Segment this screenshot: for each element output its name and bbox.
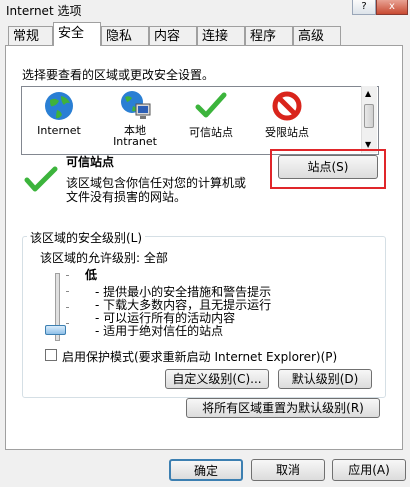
help-button[interactable]: ? — [352, 0, 376, 15]
tab-privacy[interactable]: 隐私 — [101, 26, 149, 45]
protected-mode-checkbox[interactable] — [45, 349, 57, 361]
globe-icon — [45, 92, 73, 120]
zone-local-label-2: Intranet — [113, 135, 157, 148]
zone-trusted-label: 可信站点 — [189, 126, 233, 139]
tab-connections[interactable]: 连接 — [197, 26, 245, 45]
close-button[interactable]: x — [376, 0, 408, 15]
allowed-level-text: 该区域的允许级别: 全部 — [40, 251, 168, 265]
slider-tick — [66, 275, 69, 276]
cancel-button[interactable]: 取消 — [251, 459, 325, 481]
zone-restricted-label: 受限站点 — [265, 126, 309, 139]
instruction-text: 选择要查看的区域或更改安全设置。 — [22, 68, 215, 82]
level-item-4: - 适用于绝对信任的站点 — [95, 324, 224, 338]
zone-trusted-sites[interactable]: 可信站点 — [176, 88, 246, 148]
zone-internet-label: Internet — [37, 124, 81, 137]
tab-general[interactable]: 常规 — [8, 26, 53, 45]
level-name: 低 — [85, 268, 98, 282]
local-intranet-icon — [121, 91, 151, 119]
slider-tick — [66, 307, 69, 308]
tab-security[interactable]: 安全 — [53, 22, 101, 46]
slider-tick — [66, 291, 69, 292]
restricted-icon — [272, 91, 302, 121]
zone-local-intranet[interactable]: 本地 Intranet — [100, 88, 170, 150]
selected-zone-desc-2: 文件没有损害的网站。 — [66, 190, 187, 204]
slider-tick — [66, 323, 69, 324]
zone-list-scrollbar[interactable]: ▲ ▼ — [361, 86, 377, 153]
apply-button[interactable]: 应用(A) — [332, 459, 406, 481]
selected-zone-title: 可信站点 — [66, 155, 115, 169]
window-title: Internet 选项 — [6, 4, 82, 18]
checkmark-icon — [195, 92, 227, 118]
security-level-legend: 该区域的安全级别(L) — [27, 229, 146, 246]
reset-all-zones-button[interactable]: 将所有区域重置为默认级别(R) — [186, 398, 380, 418]
slider-thumb[interactable] — [45, 325, 66, 335]
protected-mode-label: 启用保护模式(要求重新启动 Internet Explorer)(P) — [62, 350, 338, 364]
ok-button[interactable]: 确定 — [169, 459, 243, 481]
zone-restricted-sites[interactable]: 受限站点 — [252, 88, 322, 148]
selected-zone-checkmark-icon — [24, 166, 58, 192]
security-level-slider[interactable] — [42, 273, 72, 346]
scroll-down-icon[interactable]: ▼ — [365, 140, 371, 149]
custom-level-button[interactable]: 自定义级别(C)... — [165, 369, 269, 389]
tab-content[interactable]: 内容 — [149, 26, 197, 45]
scroll-up-icon[interactable]: ▲ — [365, 89, 371, 98]
sites-button[interactable]: 站点(S) — [278, 155, 378, 179]
tab-programs[interactable]: 程序 — [245, 26, 293, 45]
default-level-button[interactable]: 默认级别(D) — [278, 369, 372, 389]
scroll-thumb[interactable] — [364, 104, 374, 128]
zone-internet[interactable]: Internet — [24, 88, 94, 148]
tab-advanced[interactable]: 高级 — [293, 26, 341, 45]
